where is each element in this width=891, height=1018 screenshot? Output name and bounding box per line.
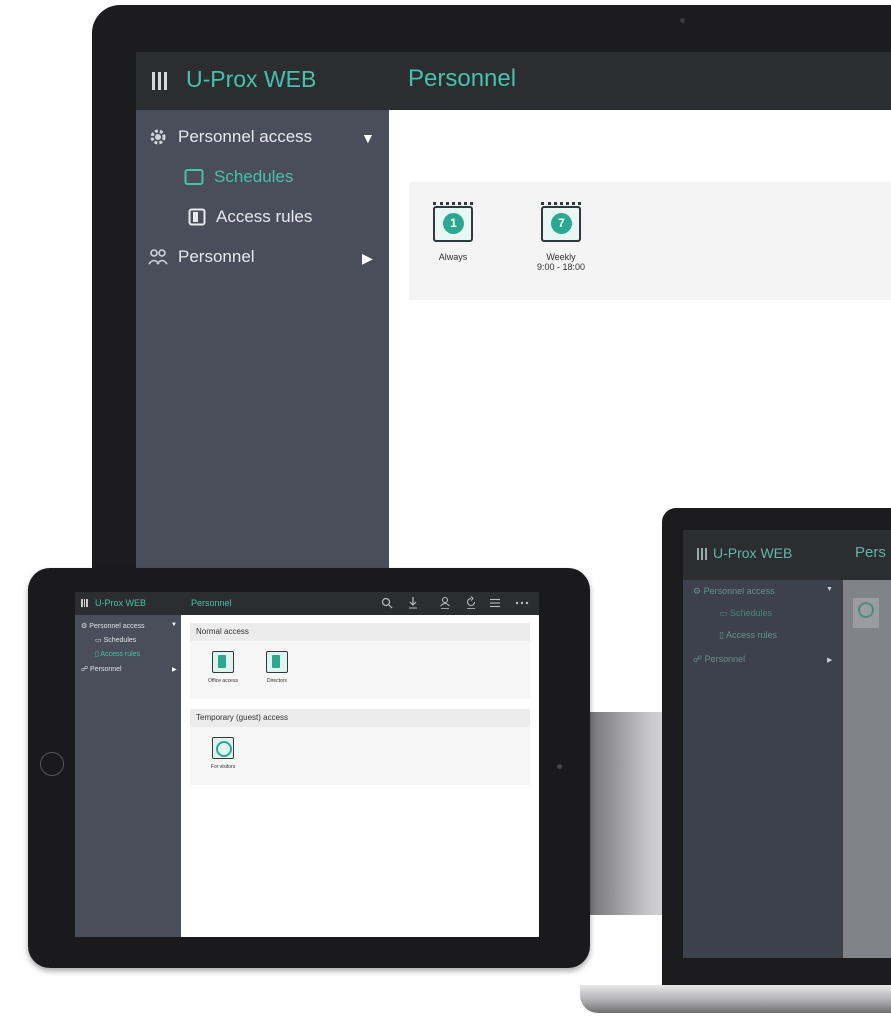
calendar-icon bbox=[858, 602, 874, 618]
clock-icon bbox=[212, 737, 234, 759]
section-body-normal-access: Office access Directors bbox=[190, 641, 530, 699]
app-brand: U-Prox WEB bbox=[713, 545, 793, 561]
schedule-badge: 7 bbox=[551, 213, 572, 234]
sidebar-item-personnel[interactable]: ☍ Personnel bbox=[81, 665, 122, 673]
add-user-icon[interactable] bbox=[439, 596, 451, 610]
schedule-caption: Weekly bbox=[546, 252, 576, 262]
sidebar-item-label: Access rules bbox=[100, 651, 141, 658]
tile-caption: Directors bbox=[266, 678, 287, 684]
section-header-normal-access: Normal access bbox=[190, 623, 530, 641]
schedule-badge: 1 bbox=[443, 213, 464, 234]
access-rule-tile[interactable]: For visitors bbox=[196, 737, 250, 770]
download-icon[interactable] bbox=[407, 596, 419, 610]
tile-caption: Office access bbox=[208, 678, 238, 684]
calendar-icon: ▭ bbox=[719, 608, 728, 618]
top-bar: U-Prox WEB Pers bbox=[683, 530, 891, 580]
hamburger-menu-icon[interactable] bbox=[81, 599, 88, 607]
list-view-icon[interactable] bbox=[489, 597, 501, 609]
access-rule-tile[interactable]: Office access bbox=[196, 651, 250, 684]
top-bar: U-Prox WEB Personnel bbox=[136, 52, 891, 110]
chevron-right-icon[interactable]: ▶ bbox=[362, 250, 373, 267]
gear-icon: ⚙ bbox=[81, 623, 88, 630]
calendar-icon bbox=[184, 169, 204, 185]
monitor-camera bbox=[680, 18, 685, 23]
refresh-icon[interactable] bbox=[465, 596, 477, 610]
chevron-down-icon[interactable]: ▼ bbox=[171, 622, 177, 628]
door-icon bbox=[188, 208, 206, 226]
sidebar-item-label: Access rules bbox=[725, 630, 777, 640]
schedule-hours: 9:00 - 18:00 bbox=[536, 262, 586, 272]
sidebar-item-label: Personnel access bbox=[89, 623, 145, 630]
access-rule-tile[interactable]: Directors bbox=[250, 651, 304, 684]
app-brand: U-Prox WEB bbox=[95, 598, 147, 608]
page-title: Pers bbox=[855, 544, 886, 561]
page-title: Personnel bbox=[191, 598, 232, 608]
sidebar-item-personnel-access[interactable]: Personnel access bbox=[148, 122, 312, 152]
schedule-caption: Always bbox=[438, 252, 468, 262]
app-brand: U-Prox WEB bbox=[186, 66, 317, 92]
laptop-base bbox=[580, 985, 891, 1013]
hamburger-menu-icon[interactable] bbox=[152, 72, 167, 90]
sidebar-item-label: Personnel access bbox=[178, 127, 313, 146]
sidebar-item-access-rules[interactable]: ▯ Access rules bbox=[95, 650, 140, 658]
calendar-icon: 1 bbox=[433, 202, 473, 242]
sidebar-item-label: Schedules bbox=[214, 167, 294, 186]
sidebar-item-personnel-access[interactable]: ⚙ Personnel access bbox=[81, 622, 145, 630]
sidebar-item-personnel-access[interactable]: ⚙ Personnel access bbox=[693, 586, 775, 597]
sidebar: ⚙ Personnel access ▼ ▭ Schedules ▯ Acces… bbox=[75, 615, 181, 937]
sidebar-item-label: Schedules bbox=[103, 637, 137, 644]
sidebar-item-schedules[interactable]: ▭ Schedules bbox=[95, 636, 136, 644]
main-content bbox=[843, 580, 891, 958]
sidebar-item-schedules[interactable]: Schedules bbox=[184, 162, 293, 192]
tile-caption: For visitors bbox=[210, 764, 236, 770]
schedule-tile-weekly[interactable]: 7 Weekly 9:00 - 18:00 bbox=[525, 202, 597, 272]
people-icon: ☍ bbox=[81, 666, 89, 673]
sidebar-item-label: Personnel bbox=[704, 654, 746, 664]
schedules-panel: 1 Always 7 Weekly 9:00 - 18:00 bbox=[409, 182, 891, 300]
sidebar-item-label: Personnel bbox=[178, 247, 255, 266]
door-icon bbox=[212, 651, 234, 673]
calendar-icon: 7 bbox=[541, 202, 581, 242]
search-icon[interactable] bbox=[381, 597, 393, 609]
section-body-temporary-access: For visitors bbox=[190, 727, 530, 785]
laptop-screen: U-Prox WEB Pers ⚙ Personnel access ▼ ▭ S… bbox=[683, 530, 891, 958]
sidebar-item-label: Access rules bbox=[216, 207, 313, 226]
more-options-icon[interactable] bbox=[515, 600, 529, 606]
chevron-down-icon[interactable]: ▼ bbox=[826, 586, 833, 593]
sidebar-item-label: Personnel access bbox=[703, 586, 775, 596]
top-bar: U-Prox WEB Personnel bbox=[75, 592, 539, 615]
sidebar-item-access-rules[interactable]: Access rules bbox=[188, 202, 312, 232]
tablet-screen: U-Prox WEB Personnel ⚙ Personnel access … bbox=[75, 592, 539, 937]
people-icon bbox=[148, 249, 168, 265]
sidebar-item-personnel[interactable]: ☍ Personnel bbox=[693, 654, 745, 665]
gear-icon bbox=[150, 129, 166, 145]
sidebar-item-label: Schedules bbox=[730, 608, 773, 618]
chevron-right-icon[interactable]: ▶ bbox=[827, 656, 832, 664]
door-icon bbox=[266, 651, 288, 673]
tablet-camera bbox=[557, 764, 562, 769]
gear-icon: ⚙ bbox=[693, 586, 702, 596]
hamburger-menu-icon[interactable] bbox=[697, 548, 707, 560]
chevron-down-icon[interactable]: ▼ bbox=[361, 130, 375, 146]
sidebar-item-access-rules[interactable]: ▯ Access rules bbox=[719, 630, 777, 641]
calendar-icon: ▭ bbox=[95, 637, 102, 644]
sidebar-item-schedules[interactable]: ▭ Schedules bbox=[719, 608, 772, 619]
door-icon: ▯ bbox=[95, 651, 99, 658]
main-content: Normal access Office access Directors Te… bbox=[181, 615, 539, 937]
page-title: Personnel bbox=[408, 65, 517, 92]
home-button-icon bbox=[40, 752, 64, 776]
door-icon: ▯ bbox=[719, 630, 724, 640]
sidebar-item-personnel[interactable]: Personnel bbox=[148, 242, 255, 272]
schedule-tile-always[interactable]: 1 Always bbox=[417, 202, 489, 262]
sidebar: ⚙ Personnel access ▼ ▭ Schedules ▯ Acces… bbox=[683, 580, 843, 958]
section-header-temporary-access: Temporary (guest) access bbox=[190, 709, 530, 727]
people-icon: ☍ bbox=[693, 654, 703, 664]
schedule-tile[interactable] bbox=[853, 598, 879, 628]
chevron-right-icon[interactable]: ▶ bbox=[172, 666, 177, 673]
sidebar-item-label: Personnel bbox=[90, 666, 122, 673]
